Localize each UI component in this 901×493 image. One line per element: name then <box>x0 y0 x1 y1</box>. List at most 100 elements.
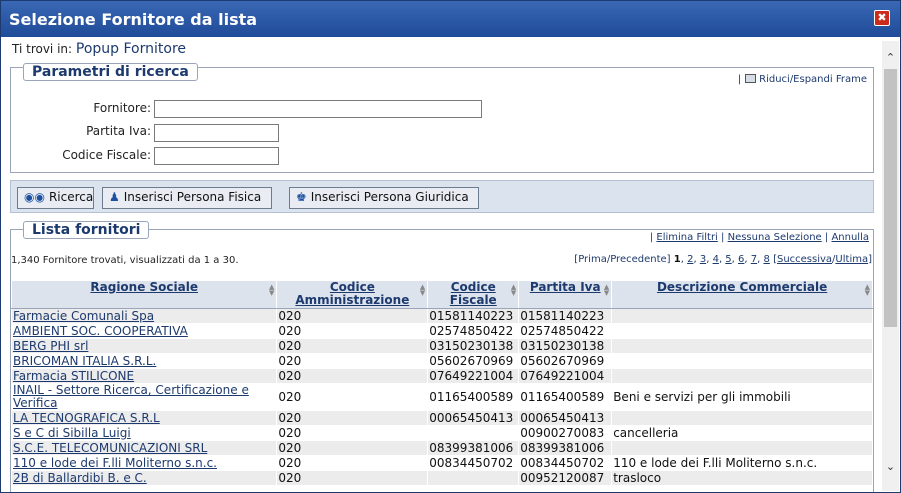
pager-next-link[interactable]: Successiva <box>777 254 832 265</box>
column-header-codice-fiscale[interactable]: Codice Fiscale ▲ ▼ <box>427 280 520 309</box>
frame-toggle-icon <box>745 74 757 83</box>
vat-cell: 08399381006 <box>518 440 613 456</box>
add-person-icon: ♟ <box>109 190 120 204</box>
pager-last-link[interactable]: Ultima <box>835 254 868 265</box>
supplier-name-link[interactable]: Farmacia STILICONE <box>10 368 278 384</box>
vat-cell: 03150230138 <box>518 338 613 354</box>
table-row[interactable]: Farmacia STILICONE 020 07649221004 07649221… <box>10 368 873 384</box>
table-row[interactable]: 2B di Ballardibi B. e C. 020 00952120087 tr… <box>10 470 873 486</box>
vat-cell: 00834450702 <box>518 455 613 471</box>
column-header-descrizione-commerciale[interactable]: Descrizione Commerciale ▲ ▼ <box>611 280 873 309</box>
pager-page-6[interactable]: 6 <box>738 254 744 265</box>
vat-cell: 02574850422 <box>518 323 613 339</box>
close-button[interactable]: ✖ <box>874 10 890 26</box>
fornitore-input[interactable] <box>154 100 482 118</box>
table-row[interactable]: S.C.E. TELECOMUNICAZIONI SRL 020 083993810… <box>10 440 873 456</box>
pager-page-5[interactable]: 5 <box>725 254 731 265</box>
title-bar: Selezione Fornitore da lista ✖ <box>1 1 900 37</box>
supplier-name-link[interactable]: S.C.E. TELECOMUNICAZIONI SRL <box>10 440 278 456</box>
pager-page-8[interactable]: 8 <box>764 254 770 265</box>
fornitore-label: Fornitore: <box>93 101 151 115</box>
remove-filters-link[interactable]: Elimina Filtri <box>656 232 717 243</box>
pager-current-page: 1 <box>673 254 681 265</box>
table-row[interactable]: BRICOMAN ITALIA S.R.L. 020 05602670969 0560… <box>10 353 873 369</box>
supplier-table: Ragione Sociale ▲ ▼ Codice Amministrazione… <box>10 280 873 486</box>
add-legal-person-button[interactable]: ♚ Inserisci Persona Giuridica <box>289 187 479 209</box>
pager-page-3[interactable]: 3 <box>700 254 706 265</box>
admin-code-cell: 020 <box>276 338 429 354</box>
supplier-list-legend: Lista fornitori <box>23 221 150 239</box>
supplier-name-link[interactable]: INAIL - Settore Ricerca, Certificazione … <box>10 383 278 411</box>
table-row[interactable]: Farmacie Comunali Spa 020 01581140223 01581… <box>10 308 873 324</box>
admin-code-cell: 020 <box>276 383 429 411</box>
search-panel-legend: Parametri di ricerca <box>23 63 198 81</box>
pager-page-7[interactable]: 7 <box>751 254 757 265</box>
breadcrumb: Ti trovi in: Popup Fornitore <box>12 41 186 57</box>
scroll-thumb[interactable] <box>884 69 897 327</box>
breadcrumb-value: Popup Fornitore <box>75 41 187 57</box>
fiscal-code-cell: 01165400589 <box>427 383 520 411</box>
cancel-link[interactable]: Annulla <box>831 232 869 243</box>
codice-fiscale-label: Codice Fiscale: <box>62 148 151 162</box>
add-legal-person-label: Inserisci Persona Giuridica <box>310 190 469 204</box>
fiscal-code-cell: 03150230138 <box>427 338 520 354</box>
description-cell: 110 e lode dei F.lli Moliterno s.n.c. <box>611 455 873 471</box>
table-row[interactable]: BERG PHI srl 020 03150230138 03150230138 <box>10 338 873 354</box>
scroll-up-arrow-icon[interactable]: ⌃ <box>882 49 899 66</box>
pager-next-bracket-close: ] <box>868 254 872 265</box>
vat-cell: 05602670969 <box>518 353 613 369</box>
supplier-name-link[interactable]: LA TECNOGRAFICA S.R.L <box>10 410 278 426</box>
sort-icon: ▲ ▼ <box>419 283 426 297</box>
no-selection-link[interactable]: Nessuna Selezione <box>728 232 822 243</box>
search-button-label: Ricerca <box>48 190 94 204</box>
sort-icon: ▲ ▼ <box>269 283 275 297</box>
vat-cell: 01581140223 <box>518 308 613 324</box>
add-physical-person-button[interactable]: ♟ Inserisci Persona Fisica <box>102 187 272 209</box>
supplier-name-link[interactable]: S e C di Sibilla Luigi <box>10 425 278 441</box>
table-row[interactable]: AMBIENT SOC. COOPERATIVA 020 02574850422 02… <box>10 323 873 339</box>
vat-cell: 00900270083 <box>518 425 613 441</box>
column-header-ragione-sociale[interactable]: Ragione Sociale ▲ ▼ <box>10 280 278 309</box>
vat-cell: 00065450413 <box>518 410 613 426</box>
column-header-codice-amministrazione[interactable]: Codice Amministrazione ▲ ▼ <box>276 280 429 309</box>
vat-cell: 01165400589 <box>518 383 613 411</box>
table-row[interactable]: S e C di Sibilla Luigi 020 00900270083 canc… <box>10 425 873 441</box>
vertical-scrollbar[interactable]: ⌃ ⌄ <box>882 41 899 491</box>
binoculars-icon: ◉◉ <box>24 190 45 204</box>
pagination: [Prima/Precedente] 1, 2, 3, 4, 5, 6, 7, … <box>574 254 872 265</box>
codice-fiscale-input[interactable] <box>154 147 279 165</box>
search-button[interactable]: ◉◉ Ricerca <box>17 187 94 209</box>
vat-cell: 07649221004 <box>518 368 613 384</box>
description-cell: trasloco <box>611 470 873 486</box>
admin-code-cell: 020 <box>276 323 429 339</box>
description-cell <box>611 368 873 384</box>
table-row[interactable]: LA TECNOGRAFICA S.R.L 020 00065450413 00065… <box>10 410 873 426</box>
partita-iva-input[interactable] <box>154 124 279 142</box>
supplier-name-link[interactable]: Farmacie Comunali Spa <box>10 308 278 324</box>
admin-code-cell: 020 <box>276 425 429 441</box>
pager-first: Prima <box>578 254 607 265</box>
pager-page-4[interactable]: 4 <box>713 254 719 265</box>
admin-code-cell: 020 <box>276 470 429 486</box>
supplier-name-link[interactable]: BERG PHI srl <box>10 338 278 354</box>
popup-content: Ti trovi in: Popup Fornitore | Riduci/Esp… <box>1 37 882 492</box>
supplier-name-link[interactable]: 2B di Ballardibi B. e C. <box>10 470 278 486</box>
table-header-row: Ragione Sociale ▲ ▼ Codice Amministrazione… <box>10 280 873 309</box>
column-label-partita-iva: Partita Iva <box>529 280 601 294</box>
pager-page-2[interactable]: 2 <box>687 254 693 265</box>
column-label-descrizione-commerciale: Descrizione Commerciale <box>656 280 828 294</box>
supplier-name-link[interactable]: BRICOMAN ITALIA S.R.L. <box>10 353 278 369</box>
supplier-name-link[interactable]: AMBIENT SOC. COOPERATIVA <box>10 323 278 339</box>
frame-toggle-link[interactable]: | Riduci/Espandi Frame <box>738 74 867 85</box>
description-cell <box>611 308 873 324</box>
table-row[interactable]: INAIL - Settore Ricerca, Certificazione … <box>10 383 873 411</box>
scroll-down-arrow-icon[interactable]: ⌄ <box>882 458 899 475</box>
table-row[interactable]: 110 e lode dei F.lli Moliterno s.n.c. 020… <box>10 455 873 471</box>
vat-cell: 00952120087 <box>518 470 613 486</box>
column-label-ragione-sociale: Ragione Sociale <box>90 280 198 294</box>
sort-icon: ▲ ▼ <box>864 283 870 297</box>
column-header-partita-iva[interactable]: Partita Iva ▲ ▼ <box>518 280 613 309</box>
supplier-name-link[interactable]: 110 e lode dei F.lli Moliterno s.n.c. <box>10 455 278 471</box>
column-label-codice-fiscale: Codice Fiscale <box>449 280 497 307</box>
description-cell <box>611 410 873 426</box>
